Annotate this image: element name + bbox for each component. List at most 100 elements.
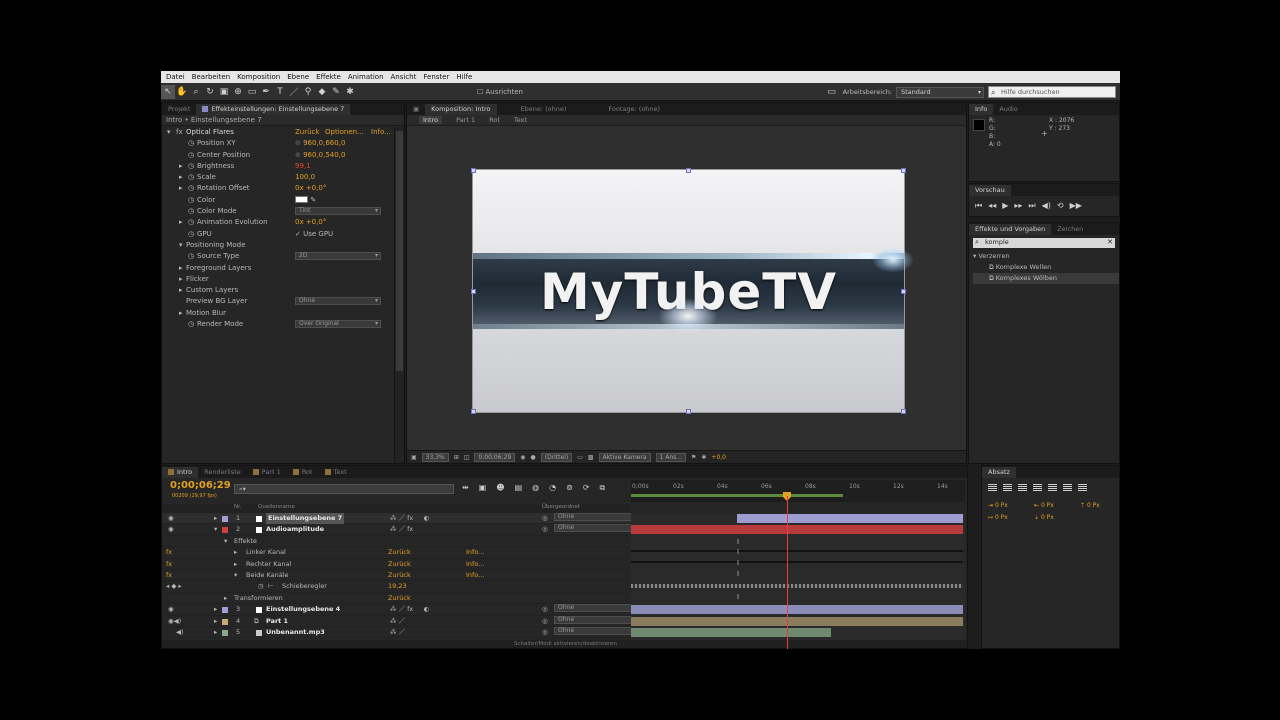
- tab-character[interactable]: Zeichen: [1051, 224, 1089, 235]
- graph-editor-icon[interactable]: ◔: [549, 483, 556, 493]
- stopwatch-icon[interactable]: ◷: [188, 217, 194, 228]
- expand-triangle-icon[interactable]: ▸: [214, 616, 217, 627]
- expand-triangle-icon[interactable]: ▸: [179, 308, 183, 319]
- zoom-dropdown[interactable]: 33,3%: [421, 452, 449, 462]
- next-frame-icon[interactable]: ▸▸: [1014, 201, 1022, 211]
- justify-left-icon[interactable]: [1033, 484, 1042, 492]
- tab-audio[interactable]: Audio: [993, 104, 1023, 115]
- scroll-thumb[interactable]: [396, 131, 403, 371]
- transparency-grid-icon[interactable]: ▩: [588, 454, 594, 461]
- param-rotation-offset[interactable]: ▸ ◷ Rotation Offset 0x +0,0°: [162, 183, 404, 194]
- group-custom-layers[interactable]: ▸ Custom Layers: [162, 285, 404, 296]
- keyframes-strip[interactable]: [631, 584, 963, 588]
- keyframe-marker[interactable]: I: [737, 548, 739, 556]
- stopwatch-icon[interactable]: ◷: [188, 150, 194, 161]
- comp-mini-flowchart-icon[interactable]: ⇹: [462, 483, 469, 493]
- transform-handle[interactable]: [901, 168, 906, 173]
- eye-icon[interactable]: ◉: [168, 604, 174, 615]
- eye-icon[interactable]: ◉: [168, 513, 174, 524]
- views-dropdown[interactable]: 1 Ans...: [655, 452, 686, 462]
- stopwatch-icon[interactable]: ◷: [188, 172, 194, 183]
- preview-bg-dropdown[interactable]: Ohne: [295, 297, 381, 306]
- space-before-field[interactable]: ⇡ 0 Px: [1080, 502, 1100, 509]
- last-frame-icon[interactable]: ⏭: [1028, 201, 1035, 211]
- tree-item-complex-waves[interactable]: ⧉ Komplexe Wellen: [973, 262, 1119, 273]
- motion-blur-icon[interactable]: ◍: [532, 483, 539, 493]
- layer-switches[interactable]: ⁂ ／ fx ◐: [390, 513, 429, 524]
- label-color[interactable]: [222, 629, 228, 636]
- property-row[interactable]: fx ▸ Linker Kanal Zurück Info...: [162, 547, 630, 559]
- menu-hilfe[interactable]: Hilfe: [456, 73, 472, 81]
- transform-handle[interactable]: [901, 289, 906, 294]
- rotate-tool-icon[interactable]: ↻: [203, 85, 217, 99]
- draft-3d-icon[interactable]: ▣: [479, 483, 487, 493]
- layer-bar-3[interactable]: [631, 605, 963, 614]
- color-swatch[interactable]: ✎: [295, 195, 316, 206]
- effects-search-input[interactable]: ⌕ komple ✕: [973, 238, 1115, 248]
- ram-preview-icon[interactable]: ▶▶: [1070, 201, 1082, 211]
- info-link[interactable]: Info...: [466, 559, 484, 570]
- collapse-triangle-icon[interactable]: ▾: [214, 524, 217, 535]
- col-parent[interactable]: Übergeordnet: [542, 504, 580, 510]
- reset-link[interactable]: Zurück: [388, 570, 411, 581]
- eraser-tool-icon[interactable]: ◆: [315, 85, 329, 99]
- info-link[interactable]: Info...: [466, 570, 484, 581]
- collapse-triangle-icon[interactable]: ▾: [224, 536, 227, 547]
- nav-text[interactable]: Text: [514, 116, 527, 124]
- camera-dropdown[interactable]: Aktive Kamera: [598, 452, 651, 462]
- snapshot-icon[interactable]: ◉: [520, 454, 525, 461]
- source-type-dropdown[interactable]: 2D: [295, 252, 381, 261]
- expand-triangle-icon[interactable]: ▸: [214, 604, 217, 615]
- group-motion-blur[interactable]: ▸ Motion Blur: [162, 308, 404, 319]
- space-after-field[interactable]: ⇣ 0 Px: [1034, 514, 1054, 521]
- stopwatch-icon[interactable]: ◷: [188, 195, 194, 206]
- fast-previews-icon[interactable]: ⚑: [691, 454, 696, 461]
- stopwatch-icon[interactable]: ◷: [188, 206, 194, 217]
- label-color[interactable]: [222, 607, 228, 614]
- menu-bearbeiten[interactable]: Bearbeiten: [192, 73, 230, 81]
- layer-switches[interactable]: ⁂ ／ fx ◐: [390, 604, 429, 615]
- menu-ansicht[interactable]: Ansicht: [391, 73, 417, 81]
- timeline-search-input[interactable]: ⌕▾: [234, 484, 454, 494]
- expand-triangle-icon[interactable]: ▸: [179, 217, 183, 228]
- effect-info-link[interactable]: Info...: [371, 127, 391, 138]
- first-frame-icon[interactable]: ⏮: [975, 201, 982, 211]
- param-value[interactable]: 0x +0,0°: [295, 183, 326, 194]
- hand-tool-icon[interactable]: ✋: [175, 85, 189, 99]
- fx-icon[interactable]: fx: [166, 547, 172, 558]
- menu-animation[interactable]: Animation: [348, 73, 384, 81]
- transform-handle[interactable]: [471, 409, 476, 414]
- stopwatch-icon[interactable]: ◷: [188, 161, 194, 172]
- collapse-triangle-icon[interactable]: ▾: [179, 240, 183, 251]
- tab-render-queue[interactable]: Renderliste: [198, 467, 247, 478]
- brainstorm-icon[interactable]: ⊚: [566, 483, 573, 493]
- menu-komposition[interactable]: Komposition: [237, 73, 280, 81]
- param-brightness[interactable]: ▸ ◷ Brightness 99,1: [162, 161, 404, 172]
- effect-header-row[interactable]: ▾ fx Optical Flares Zurück Optionen... I…: [162, 127, 404, 138]
- label-color[interactable]: [222, 516, 228, 522]
- property-row-effects[interactable]: ▾ Effekte: [162, 536, 630, 548]
- expand-triangle-icon[interactable]: ▸: [214, 627, 217, 638]
- layer-row[interactable]: ◉◀) ▸ 4 ⧉ Part 1 ⁂ ／ ◎ Ohne: [162, 615, 640, 627]
- param-value[interactable]: ⊕ 960,0,540,0: [295, 150, 345, 161]
- auto-keyframe-icon[interactable]: ⧉: [600, 483, 606, 493]
- resolution-dropdown[interactable]: (Drittel): [540, 452, 573, 462]
- clear-search-icon[interactable]: ✕: [1107, 238, 1113, 247]
- collapse-triangle-icon[interactable]: ▾: [167, 127, 171, 138]
- eye-icon[interactable]: ◉: [168, 524, 174, 535]
- tab-layer[interactable]: Ebene: (ohne): [515, 104, 573, 115]
- transform-handle[interactable]: [901, 409, 906, 414]
- safe-zones-icon[interactable]: ⊞: [454, 454, 459, 461]
- param-scale[interactable]: ▸ ◷ Scale 100,0: [162, 172, 404, 183]
- reset-link[interactable]: Zurück: [388, 547, 411, 558]
- playhead-line[interactable]: [787, 496, 788, 649]
- param-value[interactable]: 99,1: [295, 161, 311, 172]
- stopwatch-icon[interactable]: ◷: [188, 319, 194, 330]
- slider-value[interactable]: 19,23: [388, 581, 407, 592]
- layer-switches[interactable]: ⁂ ／: [390, 627, 405, 638]
- layer-switches[interactable]: ⁂ ／ fx: [390, 524, 413, 535]
- brush-tool-icon[interactable]: ／: [287, 85, 301, 99]
- fx-icon[interactable]: fx: [166, 570, 172, 581]
- expand-triangle-icon[interactable]: ▸: [214, 513, 217, 524]
- parent-pickwhip-icon[interactable]: ◎: [542, 513, 548, 524]
